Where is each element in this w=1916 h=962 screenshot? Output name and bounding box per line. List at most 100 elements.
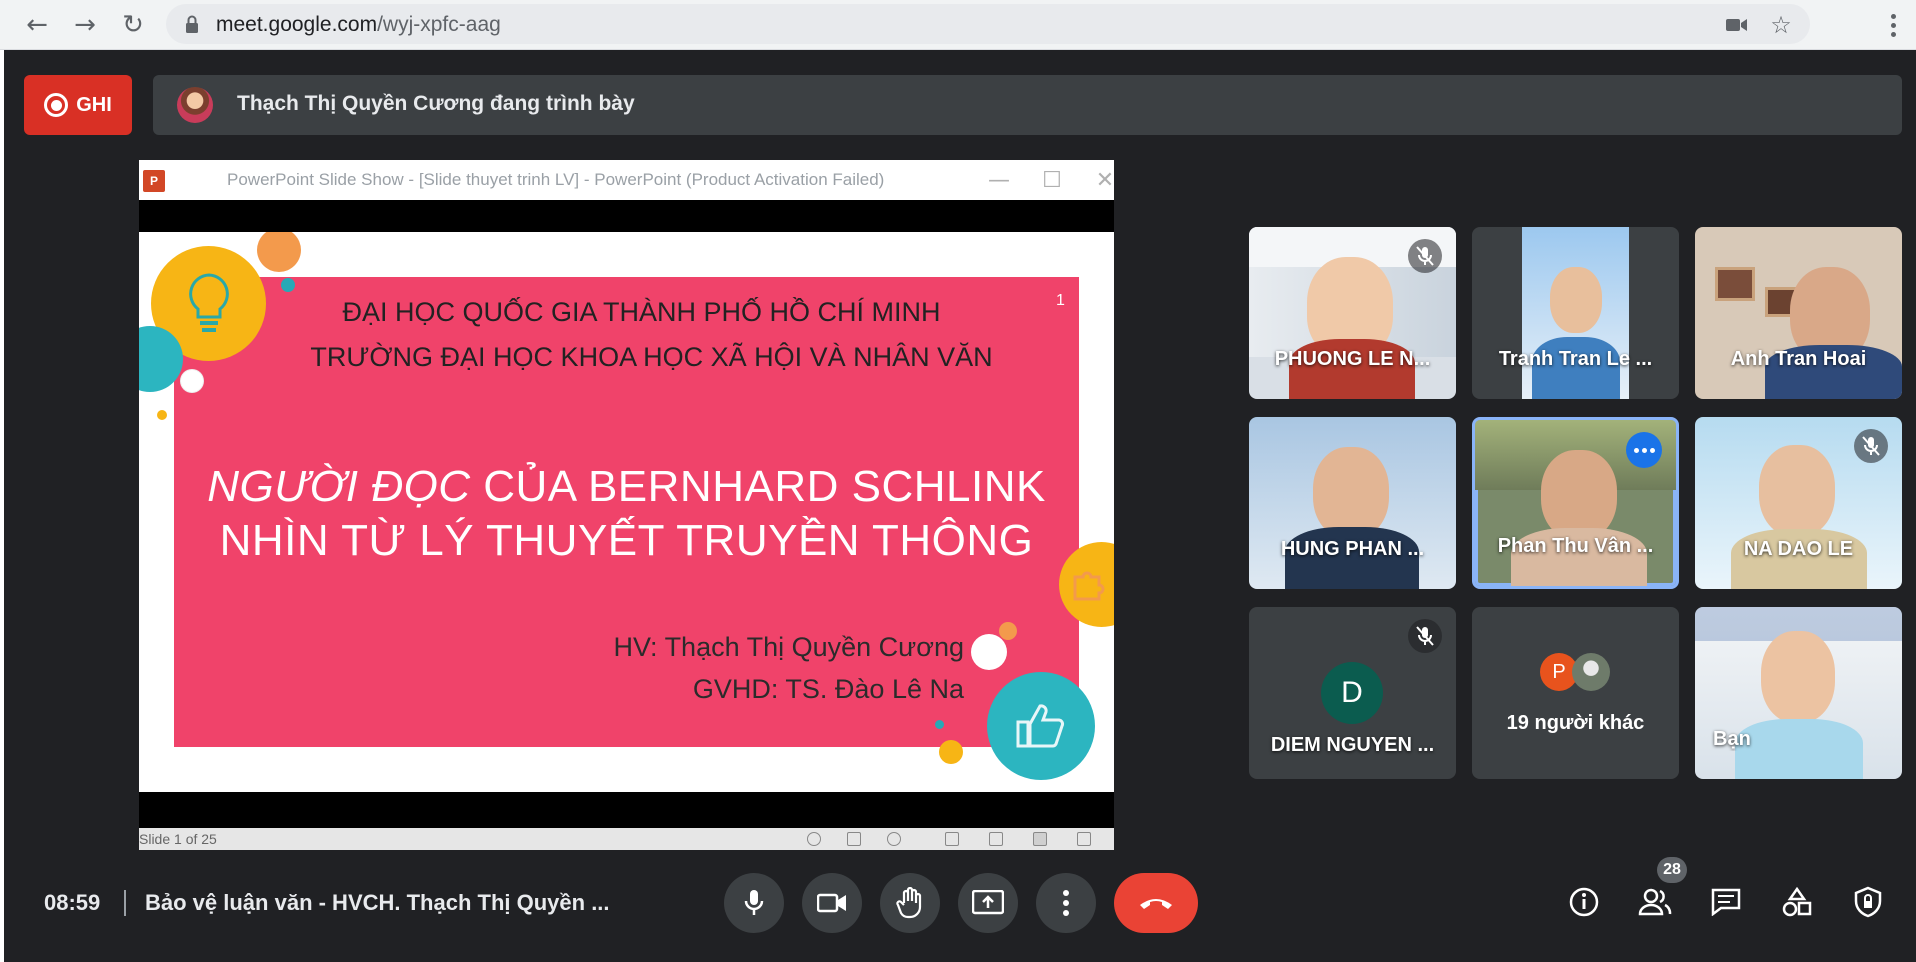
lightbulb-icon: [188, 272, 229, 332]
lock-icon: [186, 15, 198, 33]
participant-name: Phan Thu Vân ...: [1497, 535, 1654, 557]
presenter-avatar: [177, 87, 213, 123]
reading-view-icon[interactable]: [1033, 832, 1047, 846]
meet-stage: GHI Thạch Thị Quyền Cương đang trình bày…: [4, 50, 1916, 962]
slideshow-icon[interactable]: [1077, 832, 1091, 846]
record-button[interactable]: GHI: [24, 75, 132, 135]
deco-circle: [181, 370, 203, 392]
forward-arrow-icon[interactable]: →: [68, 8, 102, 42]
microphone-button[interactable]: [724, 873, 784, 933]
participants-icon[interactable]: [1635, 882, 1675, 922]
participant-tile[interactable]: Anh Tran Hoai: [1695, 227, 1902, 399]
end-call-button[interactable]: [1114, 873, 1198, 933]
participant-face: [1761, 631, 1835, 723]
self-name: Bạn: [1713, 728, 1751, 750]
participant-face: [1541, 450, 1617, 540]
slide-counter: Slide 1 of 25: [139, 831, 217, 847]
participant-tile[interactable]: HUNG PHAN ...: [1249, 417, 1456, 589]
powerpoint-logo-icon: P: [143, 170, 165, 192]
browser-menu-icon[interactable]: [1878, 8, 1908, 42]
more-options-button[interactable]: [1036, 873, 1096, 933]
present-screen-button[interactable]: [958, 873, 1018, 933]
record-icon: [44, 93, 69, 117]
raise-hand-icon: [896, 887, 922, 919]
puzzle-icon: [1073, 571, 1104, 600]
self-tile[interactable]: Bạn: [1695, 607, 1902, 779]
more-participants-tile[interactable]: P 19 người khác: [1472, 607, 1679, 779]
hang-up-icon: [1140, 899, 1172, 909]
divider: [124, 890, 126, 916]
participant-tile-active-speaker[interactable]: Phan Thu Vân ...: [1472, 417, 1679, 589]
participant-tile[interactable]: D DIEM NGUYEN ...: [1249, 607, 1456, 779]
maximize-icon[interactable]: ☐: [1038, 166, 1066, 194]
deco-circle: [935, 720, 944, 729]
speaking-indicator-icon[interactable]: [1626, 432, 1662, 468]
powerpoint-window-title: PowerPoint Slide Show - [Slide thuyet tr…: [227, 170, 885, 189]
slide-student: HV: Thạch Thị Quyền Cương: [613, 632, 964, 662]
normal-view-icon[interactable]: [945, 832, 959, 846]
deco-circle: [257, 232, 301, 272]
participant-tile[interactable]: PHUONG LE N...: [1249, 227, 1456, 399]
participant-tile[interactable]: Tranh Tran Le ...: [1472, 227, 1679, 399]
camera-icon[interactable]: [1724, 12, 1750, 38]
participant-name: Tranh Tran Le ...: [1498, 348, 1653, 370]
record-label: GHI: [76, 93, 112, 116]
presenter-text: Thạch Thị Quyền Cương đang trình bày: [237, 92, 635, 115]
mic-off-icon: [1408, 619, 1442, 653]
presenter-banner: Thạch Thị Quyền Cương đang trình bày: [153, 75, 1902, 135]
present-icon: [972, 890, 1004, 915]
participants-count-badge: 28: [1657, 857, 1687, 883]
mic-off-icon: [1408, 239, 1442, 273]
slide-university: ĐẠI HỌC QUỐC GIA THÀNH PHỐ HỒ CHÍ MINH: [342, 297, 941, 327]
participant-name: Anh Tran Hoai: [1730, 348, 1867, 370]
host-controls-icon[interactable]: [1848, 882, 1888, 922]
slide: 1 ĐẠI HỌC QUỐC GIA THÀNH PHỐ HỒ CHÍ MINH…: [139, 232, 1114, 792]
participant-mini-avatar: [1572, 653, 1610, 691]
deco-circle: [281, 278, 295, 292]
slide-title: NGƯỜI ĐỌC CỦA BERNHARD SCHLINK NHÌN TỪ L…: [174, 460, 1079, 568]
participant-initial-avatar: D: [1321, 662, 1383, 724]
microphone-icon: [744, 890, 764, 915]
slide-school: TRƯỜNG ĐẠI HỌC KHOA HỌC XÃ HỘI VÀ NHÂN V…: [310, 342, 993, 372]
participant-tile[interactable]: NA DAO LE: [1695, 417, 1902, 589]
meeting-time: 08:59: [44, 890, 101, 915]
slide-title-italic: NGƯỜI ĐỌC: [207, 462, 471, 511]
thumbs-up-icon: [1016, 704, 1065, 748]
browser-toolbar: ← → ↻ meet.google.com/wyj-xpfc-aag ☆: [0, 0, 1916, 50]
video-camera-icon: [817, 893, 846, 913]
participant-name: HUNG PHAN ...: [1280, 538, 1425, 560]
back-arrow-icon[interactable]: ←: [20, 8, 54, 42]
participant-face: [1313, 447, 1389, 539]
close-icon[interactable]: ✕: [1091, 166, 1114, 194]
participant-name: PHUONG LE N...: [1274, 348, 1431, 370]
minimize-icon[interactable]: —: [985, 166, 1013, 194]
address-bar[interactable]: meet.google.com/wyj-xpfc-aag ☆: [166, 4, 1810, 44]
activities-icon[interactable]: [1777, 882, 1817, 922]
slide-sorter-icon[interactable]: [989, 832, 1003, 846]
powerpoint-statusbar: Slide 1 of 25: [139, 828, 1114, 850]
presentation-screen: P PowerPoint Slide Show - [Slide thuyet …: [139, 160, 1114, 850]
raise-hand-button[interactable]: [880, 873, 940, 933]
more-participants-label: 19 người khác: [1506, 712, 1645, 734]
participant-face: [1759, 445, 1835, 537]
participant-name: DIEM NGUYEN ...: [1270, 734, 1435, 756]
next-slide-icon[interactable]: [887, 832, 901, 846]
meeting-title[interactable]: Bảo vệ luận văn - HVCH. Thạch Thị Quyền …: [145, 890, 610, 916]
notes-icon[interactable]: [847, 832, 861, 846]
more-vert-icon: [1063, 890, 1069, 916]
meeting-info-icon[interactable]: [1564, 882, 1604, 922]
slide-title-line2: NHÌN TỪ LÝ THUYẾT TRUYỀN THÔNG: [219, 516, 1034, 565]
mic-off-icon: [1854, 429, 1888, 463]
deco-circle: [157, 410, 167, 420]
participant-face: [1550, 267, 1602, 333]
deco-circle: [971, 634, 1007, 670]
camera-button[interactable]: [802, 873, 862, 933]
thumbs-up-circle: [987, 672, 1095, 780]
previous-slide-icon[interactable]: [807, 832, 821, 846]
reload-icon[interactable]: ↻: [116, 8, 150, 42]
wall-frame: [1715, 267, 1755, 301]
participant-name: NA DAO LE: [1743, 538, 1854, 560]
bookmark-star-icon[interactable]: ☆: [1768, 11, 1794, 39]
chat-icon[interactable]: [1706, 882, 1746, 922]
slide-advisor: GVHD: TS. Đào Lê Na: [692, 674, 964, 704]
